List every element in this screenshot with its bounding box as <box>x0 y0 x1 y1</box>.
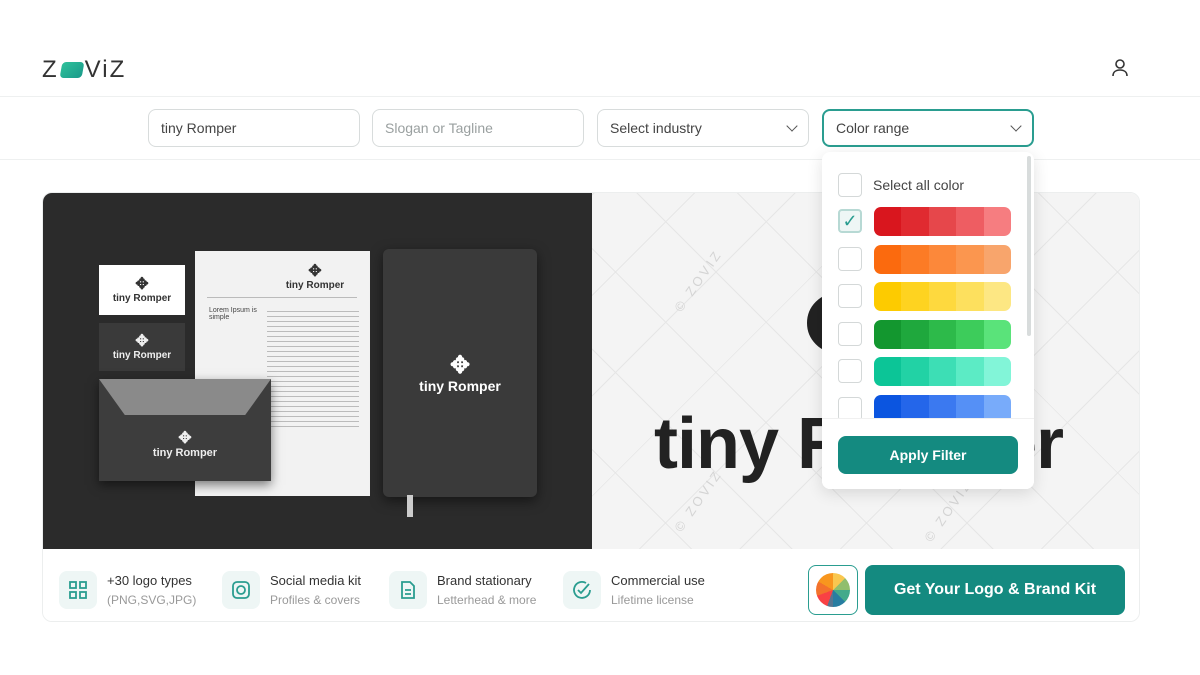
swatch-color <box>874 207 902 236</box>
swatch-color <box>901 282 929 311</box>
color-range-select[interactable]: Color range <box>822 109 1034 147</box>
swatch-color <box>901 319 929 349</box>
swatch-color <box>901 244 929 274</box>
feature-brand-stationary: Brand stationary Letterhead & more <box>389 571 536 609</box>
swatch-color <box>956 357 984 386</box>
swatch-color <box>983 319 1011 349</box>
business-card-light: ✥ tiny Romper <box>99 265 185 315</box>
color-checkbox-green[interactable] <box>838 321 862 346</box>
swatch-color <box>983 244 1011 274</box>
apply-filter-button[interactable]: Apply Filter <box>838 436 1018 474</box>
swatch-color <box>983 282 1011 311</box>
swatch-color <box>901 207 929 236</box>
swatch-color <box>956 244 984 274</box>
industry-label: Select industry <box>610 120 702 136</box>
instagram-icon <box>222 571 260 609</box>
chevron-down-icon <box>786 120 798 132</box>
stationery-mockup: ✥ tiny Romper ✥ tiny Romper ✥ tiny Romper L… <box>43 193 592 549</box>
swatch-color <box>874 244 902 274</box>
industry-select[interactable]: Select industry <box>597 109 809 147</box>
swatch-color <box>928 357 957 386</box>
dropdown-scrollbar[interactable] <box>1027 156 1031 336</box>
color-swatch-teal[interactable] <box>874 357 1011 386</box>
swatch-color <box>928 282 957 311</box>
features-bar: +30 logo types (PNG,SVG,JPG) Social media… <box>43 549 1139 621</box>
swatch-color <box>901 357 929 386</box>
swatch-color <box>874 282 902 311</box>
user-icon[interactable] <box>1110 58 1130 78</box>
brand-name-value: tiny Romper <box>161 120 237 136</box>
brand-name-input[interactable]: tiny Romper <box>148 109 360 147</box>
slogan-input[interactable]: Slogan or Tagline <box>372 109 584 147</box>
swatch-color <box>928 319 957 349</box>
letterhead-heading: Lorem Ipsum is simple <box>209 307 257 321</box>
header: Z ViZ <box>0 0 1200 97</box>
feature-commercial-use: Commercial use Lifetime license <box>563 571 705 609</box>
swatch-color <box>956 319 984 349</box>
color-checkbox-yellow[interactable] <box>838 284 862 308</box>
select-all-checkbox[interactable] <box>838 173 862 197</box>
zoviz-logo[interactable]: Z ViZ <box>42 56 126 84</box>
slogan-placeholder: Slogan or Tagline <box>385 120 493 136</box>
color-swatch-yellow[interactable] <box>874 282 1011 311</box>
color-swatch-orange[interactable] <box>874 244 1011 274</box>
color-range-label: Color range <box>836 120 910 136</box>
swatch-color <box>928 207 957 236</box>
feature-social-media-kit: Social media kit Profiles & covers <box>222 571 361 609</box>
color-swatch-red[interactable] <box>874 207 1011 236</box>
filter-bar: tiny Romper Slogan or Tagline Select ind… <box>0 97 1200 160</box>
document-icon <box>389 571 427 609</box>
color-checkbox-red[interactable]: ✓ <box>838 209 862 233</box>
feature-logo-types: +30 logo types (PNG,SVG,JPG) <box>59 571 196 609</box>
swatch-color <box>983 357 1011 386</box>
color-checkbox-teal[interactable] <box>838 359 862 383</box>
swatch-color <box>928 244 957 274</box>
color-checkbox-orange[interactable] <box>838 246 862 271</box>
color-range-dropdown: Select all color ✓ Apply Filter <box>822 152 1034 489</box>
swatch-color <box>874 357 902 386</box>
business-card-dark: ✥ tiny Romper <box>99 323 185 371</box>
envelope: ✥ tiny Romper <box>99 379 271 481</box>
watermark: © ZOVIZ <box>671 246 726 315</box>
swatch-color <box>874 319 902 349</box>
select-all-label: Select all color <box>873 177 965 193</box>
dropdown-footer: Apply Filter <box>822 418 1034 489</box>
color-palette-button[interactable] <box>808 565 858 615</box>
chevron-down-icon <box>1010 120 1022 132</box>
get-logo-brand-kit-button[interactable]: Get Your Logo & Brand Kit <box>865 565 1125 615</box>
swatch-color <box>956 207 984 236</box>
swatch-color <box>956 282 984 311</box>
check-circle-icon <box>563 571 601 609</box>
swatch-color <box>983 207 1011 236</box>
color-swatch-green[interactable] <box>874 319 1011 349</box>
grid-icon <box>59 571 97 609</box>
checkmark-icon: ✓ <box>842 211 858 231</box>
color-checkbox-blue[interactable] <box>838 396 862 421</box>
notebook: ✥ tiny Romper <box>383 249 537 517</box>
color-wheel-icon <box>816 573 850 607</box>
